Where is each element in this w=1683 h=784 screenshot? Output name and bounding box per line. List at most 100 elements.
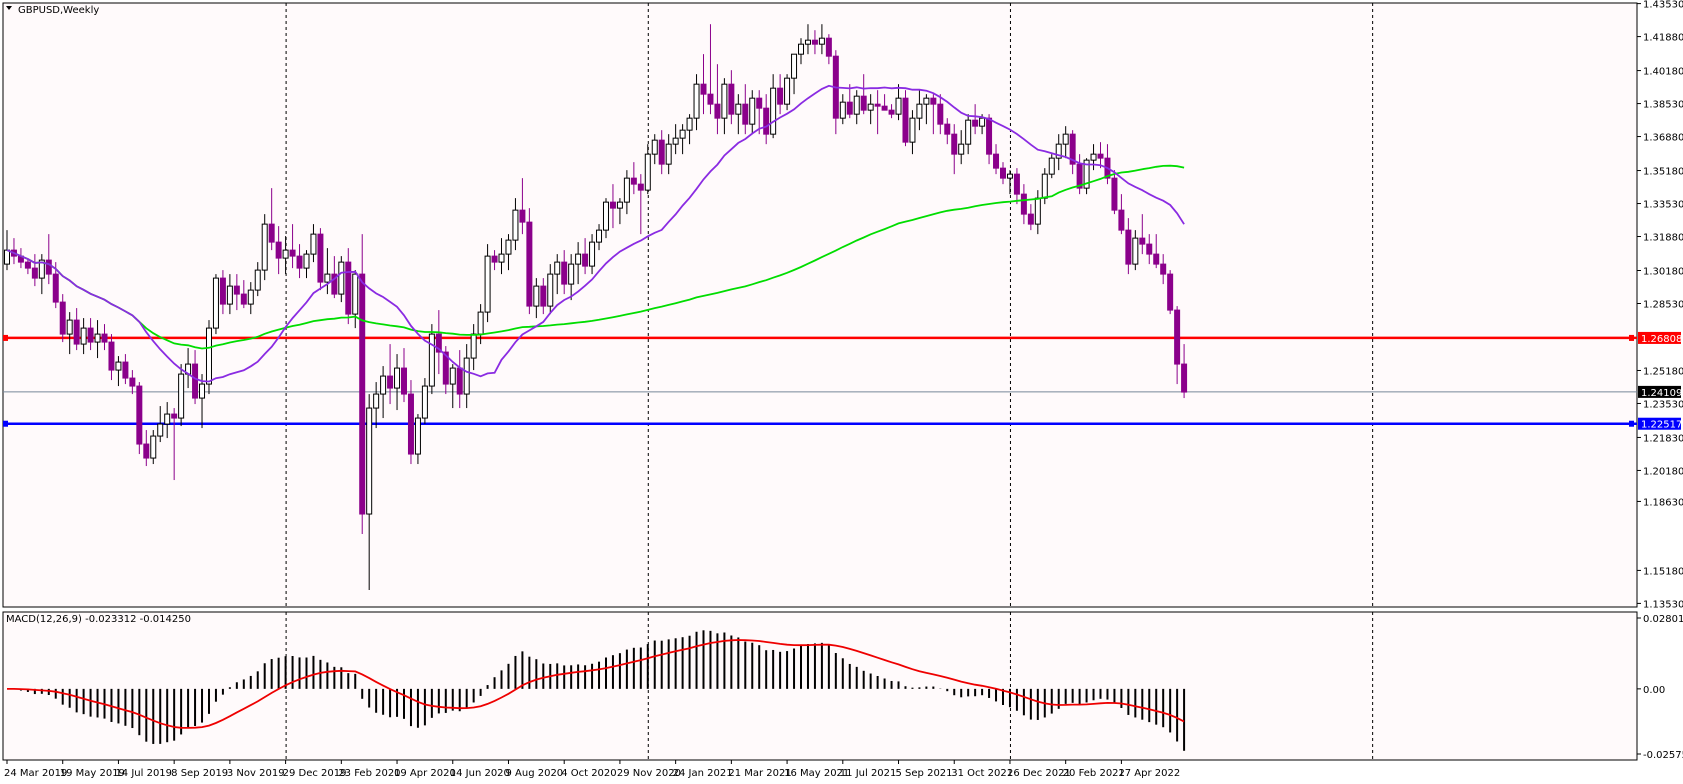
chart-svg[interactable]: 1.26808 1.22517 1.24109 1.43530 1.41880 1.401… [0, 0, 1683, 781]
candle-body-bear [1118, 209, 1125, 231]
price-axis-label: 1.40180 [1643, 67, 1683, 78]
candle-body-bear [143, 443, 150, 459]
time-axis-label: 14 Jun 2020 [450, 768, 510, 779]
candle-body-bull [310, 233, 317, 255]
candle-body-bear [519, 209, 526, 223]
candle-body-bear [1181, 363, 1188, 393]
candle-body-bear [811, 39, 818, 45]
macd-axis-label: 0.00 [1643, 685, 1665, 696]
candle-body-bull [804, 39, 811, 45]
candle-body-bear [728, 83, 735, 115]
candle-body-bear [101, 333, 108, 343]
candle-body-bear [700, 83, 707, 95]
macd-axis-label: -0.025757 [1643, 750, 1683, 761]
candle-body-bull [164, 413, 171, 425]
candle-body-bear [87, 327, 94, 343]
time-axis-label: 21 Mar 2021 [728, 768, 791, 779]
candlestick[interactable] [212, 274, 219, 335]
time-axis-label: 8 Sep 2019 [171, 768, 228, 779]
time-axis-label: 24 Mar 2019 [4, 768, 67, 779]
candle-body-bear [972, 119, 979, 127]
candle-body-bear [637, 183, 644, 191]
level-price-label: 1.22517 [1641, 420, 1682, 431]
level-line-handle[interactable] [1629, 420, 1634, 427]
candlestick[interactable] [484, 244, 491, 323]
candlestick[interactable] [261, 214, 268, 281]
price-axis-label: 1.13530 [1643, 599, 1683, 610]
candle-body-bear [24, 261, 31, 269]
candle-body-bear [1146, 243, 1153, 255]
level-price-label: 1.26808 [1641, 334, 1682, 345]
candle-body-bull [226, 285, 233, 305]
candle-body-bull [568, 263, 575, 285]
price-axis-label: 1.28530 [1643, 300, 1683, 311]
level-line-handle[interactable] [3, 420, 8, 427]
price-pane[interactable] [2, 2, 1638, 608]
time-axis-label: 23 Feb 2020 [338, 768, 400, 779]
candle-body-bull [4, 249, 10, 265]
level-line-handle[interactable] [1629, 334, 1634, 341]
time-axis-label: 26 Dec 2021 [1007, 768, 1071, 779]
candle-body-bull [735, 103, 742, 115]
last-price-label: 1.24109 [1641, 388, 1682, 399]
candle-body-bear [233, 285, 240, 295]
candle-body-bull [380, 375, 387, 395]
candle-body-bear [171, 413, 178, 419]
price-axis-label: 1.38530 [1643, 100, 1683, 111]
candlestick[interactable] [136, 382, 143, 455]
candle-body-bear [129, 377, 136, 387]
candle-body-bear [59, 301, 66, 335]
candlestick[interactable] [317, 228, 324, 291]
price-axis-label: 1.25180 [1643, 366, 1683, 377]
candle-body-bear [1111, 177, 1118, 211]
candlestick[interactable] [902, 90, 909, 147]
candle-body-bear [401, 367, 408, 395]
candle-body-bull [505, 239, 512, 255]
candle-body-bear [763, 107, 770, 135]
candle-body-bull [373, 393, 380, 409]
candle-body-bear [986, 117, 993, 155]
candle-body-bear [1167, 273, 1174, 311]
time-axis-label: 11 Jul 2021 [840, 768, 897, 779]
candle-body-bear [1013, 173, 1020, 195]
level-line-handle[interactable] [3, 334, 8, 341]
candle-body-bull [1048, 157, 1055, 175]
candlestick[interactable] [205, 320, 212, 395]
candle-body-bull [512, 209, 519, 241]
candle-body-bull [596, 229, 603, 243]
candlestick[interactable] [526, 208, 533, 315]
candle-body-bull [916, 103, 923, 119]
candle-body-bear [658, 139, 665, 165]
candlestick[interactable] [1048, 154, 1055, 179]
candle-body-bull [965, 119, 972, 145]
candle-body-bull [867, 103, 874, 111]
candle-body-bear [540, 285, 547, 307]
candle-body-bull [791, 53, 798, 79]
time-axis-label: 20 Feb 2022 [1063, 768, 1125, 779]
candle-body-bull [324, 273, 331, 283]
candle-body-bull [749, 97, 756, 125]
candle-body-bull [853, 95, 860, 115]
time-axis-label: 5 Sep 2021 [896, 768, 953, 779]
trading-chart[interactable]: 1.26808 1.22517 1.24109 1.43530 1.41880 1.401… [0, 0, 1683, 781]
time-axis-label: 3 Nov 2019 [227, 768, 285, 779]
candle-body-bull [261, 223, 268, 271]
candlestick[interactable] [428, 324, 435, 395]
candle-body-bear [937, 103, 944, 125]
candle-body-bull [958, 143, 965, 155]
candle-body-bull [672, 137, 679, 145]
candlestick[interactable] [1167, 270, 1174, 315]
candle-body-bear [296, 255, 303, 269]
candle-body-bear [456, 367, 463, 395]
macd-pane[interactable] [2, 611, 1638, 761]
time-axis-label: 29 Nov 2020 [617, 768, 681, 779]
time-axis-label: 31 Oct 2021 [951, 768, 1013, 779]
candle-body-bull [679, 129, 686, 139]
candle-body-bull [1090, 153, 1097, 161]
candle-body-bull [282, 249, 289, 259]
candle-body-bear [930, 97, 937, 105]
price-axis-label: 1.41880 [1643, 33, 1683, 44]
candle-body-bull [770, 87, 777, 135]
candle-body-bull [575, 253, 582, 265]
candle-body-bear [1160, 263, 1167, 275]
